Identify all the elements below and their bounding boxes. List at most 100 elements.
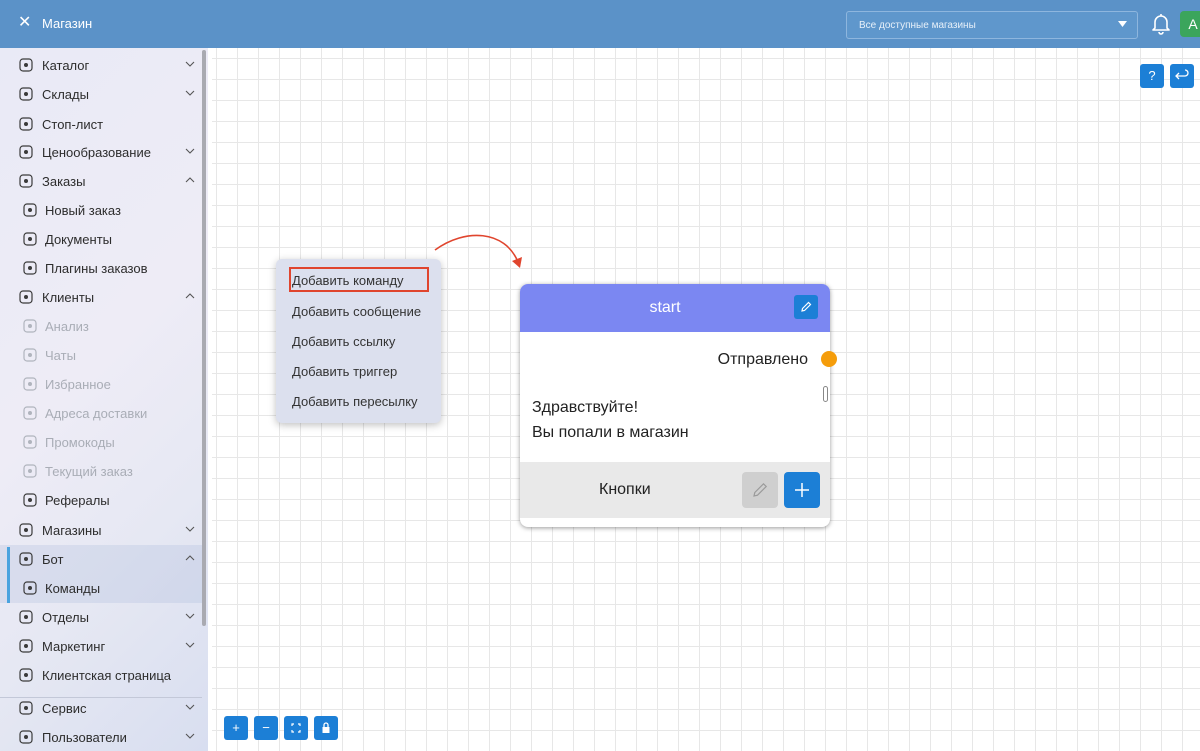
close-icon[interactable]: ✕ (18, 13, 31, 33)
sidebar: Каталог Склады Стоп-лист Ценообразование Зак… (0, 48, 208, 751)
warehouse-icon (19, 87, 33, 101)
orders-icon (19, 174, 33, 188)
sidebar-item-label: Рефералы (45, 493, 110, 508)
sidebar-item[interactable]: Новый заказ (0, 196, 202, 225)
lock-button[interactable] (314, 716, 338, 740)
client-page-icon (19, 668, 33, 682)
users-icon (19, 730, 33, 744)
zoom-out-button[interactable]: − (254, 716, 278, 740)
sidebar-item[interactable]: Текущий заказ (0, 457, 202, 486)
node-message: Здравствуйте! Вы попали в магазин (532, 395, 689, 445)
output-port[interactable] (821, 351, 837, 367)
sidebar-item[interactable]: Стоп-лист (0, 110, 202, 139)
undo-button[interactable] (1170, 64, 1194, 88)
sidebar-item[interactable]: Чаты (0, 341, 202, 370)
sidebar-item-label: Клиенты (42, 290, 95, 305)
sidebar-item[interactable]: Маркетинг (0, 632, 202, 661)
sidebar-item[interactable]: Документы (0, 225, 202, 254)
node-title: start (649, 299, 681, 316)
menu-add-trigger[interactable]: Добавить триггер (292, 363, 397, 380)
heart-icon (23, 377, 37, 391)
sidebar-item[interactable]: Избранное (0, 370, 202, 399)
undo-icon (1175, 69, 1189, 80)
sidebar-item[interactable]: Пользователи (0, 723, 202, 751)
flow-node[interactable]: start Отправлено Здравствуйте! Вы попали… (520, 284, 830, 527)
sidebar-item[interactable]: Клиентская страница (0, 661, 202, 690)
avatar[interactable]: A (1180, 11, 1200, 37)
sidebar-item-label: Избранное (45, 377, 111, 392)
sidebar-item[interactable]: Склады (0, 80, 202, 109)
help-button[interactable]: ? (1140, 64, 1164, 88)
sidebar-item-label: Магазины (42, 523, 102, 538)
sidebar-item-label: Текущий заказ (45, 464, 133, 479)
clients-icon (19, 290, 33, 304)
documents-icon (23, 232, 37, 246)
app-title: Магазин (42, 16, 93, 31)
location-icon (23, 406, 37, 420)
chevron-up-icon (185, 293, 195, 299)
sidebar-item[interactable]: Анализ (0, 312, 202, 341)
sidebar-item-label: Склады (42, 87, 89, 102)
sidebar-item-label: Клиентская страница (42, 668, 172, 683)
fit-view-icon (291, 723, 301, 733)
caret-down-icon (1118, 21, 1127, 27)
fit-view-button[interactable] (284, 716, 308, 740)
sidebar-item[interactable]: Заказы (0, 167, 202, 196)
node-status: Отправлено (717, 351, 808, 368)
sidebar-item-label: Адреса доставки (45, 406, 148, 421)
chevron-down-icon (185, 704, 195, 710)
sidebar-item-label: Анализ (45, 319, 89, 334)
analysis-icon (23, 319, 37, 333)
bag-icon (23, 464, 37, 478)
menu-add-command[interactable]: Добавить команду (292, 272, 404, 289)
sidebar-item[interactable]: Ценообразование (0, 138, 202, 167)
menu-add-forward[interactable]: Добавить пересылку (292, 393, 418, 410)
chat-icon (23, 348, 37, 362)
store-icon (19, 523, 33, 537)
sidebar-item[interactable]: Адреса доставки (0, 399, 202, 428)
sidebar-scrollbar[interactable] (202, 50, 206, 626)
menu-add-link[interactable]: Добавить ссылку (292, 333, 395, 350)
chevron-down-icon (185, 733, 195, 739)
new-order-icon (23, 203, 37, 217)
sidebar-item[interactable]: Магазины (0, 516, 202, 545)
context-menu: Добавить команду Добавить сообщение Доба… (276, 259, 441, 423)
departments-icon (19, 610, 33, 624)
sidebar-item[interactable]: Отделы (0, 603, 202, 632)
bell-icon[interactable] (1151, 13, 1171, 35)
catalog-icon (19, 58, 33, 72)
marketing-icon (19, 639, 33, 653)
menu-add-message[interactable]: Добавить сообщение (292, 303, 421, 320)
sidebar-item-label: Отделы (42, 610, 89, 625)
node-header[interactable]: start (520, 284, 830, 332)
chevron-down-icon (185, 148, 195, 154)
sidebar-divider (0, 697, 202, 698)
sidebar-item[interactable]: Клиенты (0, 283, 202, 312)
chevron-down-icon (185, 613, 195, 619)
sidebar-item[interactable]: Рефералы (0, 486, 202, 515)
chevron-down-icon (185, 642, 195, 648)
hand-stop-icon (19, 117, 33, 131)
sidebar-item[interactable]: Команды (0, 574, 202, 603)
node-edit-button[interactable] (794, 295, 818, 319)
store-select-value: Все доступные магазины (859, 20, 976, 31)
sidebar-item[interactable]: Плагины заказов (0, 254, 202, 283)
service-icon (19, 701, 33, 715)
plugin-icon (23, 261, 37, 275)
lock-icon (322, 722, 330, 733)
chevron-up-icon (185, 555, 195, 561)
store-select[interactable]: Все доступные магазины (846, 11, 1138, 39)
sidebar-item[interactable]: Промокоды (0, 428, 202, 457)
add-button-button[interactable] (784, 472, 820, 508)
sidebar-item-label: Сервис (42, 701, 87, 716)
sidebar-item[interactable]: Бот (0, 545, 202, 574)
edit-buttons-button[interactable] (742, 472, 778, 508)
sidebar-item[interactable]: Каталог (0, 51, 202, 80)
sidebar-item-label: Документы (45, 232, 113, 247)
chevron-down-icon (185, 526, 195, 532)
pencil-icon (801, 301, 812, 312)
sidebar-item-label: Маркетинг (42, 639, 106, 654)
message-scrollbar[interactable] (823, 386, 828, 402)
sidebar-item[interactable]: Сервис (0, 694, 202, 723)
zoom-in-button[interactable]: + (224, 716, 248, 740)
